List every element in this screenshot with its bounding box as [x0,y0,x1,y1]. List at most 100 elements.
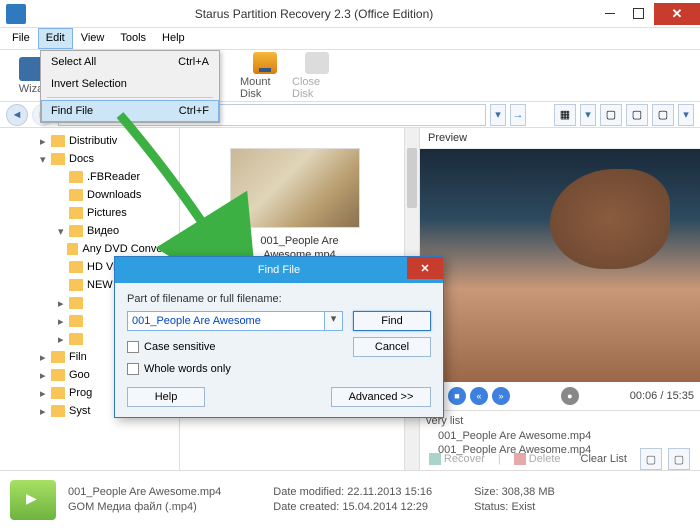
menu-help[interactable]: Help [154,28,193,49]
checkbox-icon [127,341,139,353]
tree-label: Pictures [87,207,127,219]
view-thumbnails-button[interactable]: ▦ [554,104,576,126]
delete-button[interactable]: Delete [507,450,568,468]
expand-icon[interactable]: ▸ [40,405,51,418]
folder-icon [51,135,65,147]
recovery-item[interactable]: 001_People Are Awesome.mp4 [426,429,694,443]
app-icon [6,4,26,24]
recover-button[interactable]: Recover [422,450,492,468]
menu-file[interactable]: File [4,28,38,49]
thumbnail-image [230,148,360,228]
view-dropdown[interactable]: ▾ [580,104,596,126]
view-toggle-3[interactable]: ▢ [652,104,674,126]
maximize-button[interactable] [624,3,652,25]
menu-separator [47,97,213,98]
folder-icon [51,153,65,165]
window-title: Starus Partition Recovery 2.3 (Office Ed… [32,7,596,21]
tree-label: Any DVD Converter [82,243,179,255]
next-button[interactable]: » [492,387,510,405]
folder-icon [69,189,83,201]
menu-select-all[interactable]: Select All Ctrl+A [41,51,219,73]
folder-icon [69,261,83,273]
folder-icon [69,225,83,237]
preview-image [420,149,700,382]
info-size: 308,38 MB [502,486,555,498]
folder-icon [51,405,65,417]
info-status: Exist [511,501,535,513]
folder-icon [69,207,83,219]
view-toggle-2[interactable]: ▢ [626,104,648,126]
expand-icon[interactable]: ▸ [40,351,51,364]
dialog-close-button[interactable]: ✕ [407,257,443,279]
menu-tools[interactable]: Tools [112,28,154,49]
tree-label: Docs [69,153,94,165]
info-filetype: GOM Медиа файл (.mp4) [68,501,221,513]
menu-edit[interactable]: Edit [38,28,73,49]
action-bar: Recover | Delete Clear List ▢ ▢ [422,448,690,470]
menu-invert-selection[interactable]: Invert Selection [41,73,219,95]
tree-node[interactable]: ▸Distributiv [0,132,179,150]
info-created: 15.04.2014 12:29 [342,501,428,513]
media-controls: ▶ ■ « » ● 00:06 / 15:35 [420,382,700,410]
volume-button[interactable]: ● [561,387,579,405]
tree-label: Видео [87,225,119,237]
go-button[interactable]: → [510,104,526,126]
expand-icon[interactable]: ▸ [58,297,69,310]
case-sensitive-checkbox[interactable]: Case sensitive [127,337,343,357]
help-button[interactable]: Help [127,387,205,407]
find-button[interactable]: Find [353,311,431,331]
action-extra-1[interactable]: ▢ [640,448,662,470]
file-thumbnail[interactable]: 001_People AreAwesome.mp4 [230,148,370,263]
tree-node[interactable]: Downloads [0,186,179,204]
window-close-button[interactable]: ✕ [654,3,700,25]
nav-back-button[interactable]: ◄ [6,104,28,126]
mount-disk-button[interactable]: Mount Disk [240,52,290,100]
filename-input[interactable] [127,311,325,331]
minimize-button[interactable] [596,3,624,25]
tree-label: .FBReader [87,171,140,183]
folder-icon [51,387,65,399]
filename-label: Part of filename or full filename: [127,293,343,305]
view-toggle-1[interactable]: ▢ [600,104,622,126]
filename-dropdown[interactable]: ▾ [325,311,343,331]
preview-title: Preview [420,128,700,149]
tree-node[interactable]: ▾ Docs [0,150,179,168]
expand-icon[interactable]: ▸ [40,369,51,382]
expand-icon[interactable]: ▸ [58,315,69,328]
close-disk-icon [305,52,329,74]
info-modified: 22.11.2013 15:16 [347,486,432,498]
whole-words-checkbox[interactable]: Whole words only [127,363,343,375]
clear-list-button[interactable]: Clear List [574,450,634,468]
action-extra-2[interactable]: ▢ [668,448,690,470]
folder-icon [69,333,83,345]
tree-label: Downloads [87,189,141,201]
folder-icon [51,369,65,381]
stop-button[interactable]: ■ [448,387,466,405]
tree-node[interactable]: Pictures [0,204,179,222]
options-dropdown[interactable]: ▾ [678,104,694,126]
info-filename: 001_People Are Awesome.mp4 [68,486,221,498]
find-file-dialog: Find File ✕ Part of filename or full fil… [114,256,444,418]
dialog-title: Find File ✕ [115,257,443,283]
expand-icon[interactable]: ▾ [40,153,51,166]
expand-icon[interactable]: ▸ [40,135,51,148]
expand-icon[interactable]: ▸ [40,387,51,400]
prev-button[interactable]: « [470,387,488,405]
menu-view[interactable]: View [73,28,113,49]
tree-label: Filn [69,351,87,363]
advanced-button[interactable]: Advanced >> [331,387,431,407]
menu-bar: File Edit View Tools Help [0,28,700,50]
expand-icon[interactable]: ▾ [58,225,69,238]
tree-node[interactable]: .FBReader [0,168,179,186]
folder-icon [51,351,65,363]
recovery-list-title: very list [426,413,694,429]
address-dropdown[interactable]: ▾ [490,104,506,126]
checkbox-icon [127,363,139,375]
close-disk-button[interactable]: Close Disk [292,52,342,100]
expand-icon[interactable]: ▸ [58,333,69,346]
preview-pane: Preview ▶ ■ « » ● 00:06 / 15:35 very lis… [420,128,700,470]
cancel-button[interactable]: Cancel [353,337,431,357]
menu-find-file[interactable]: Find File Ctrl+F [41,100,219,122]
tree-node[interactable]: ▾ Видео [0,222,179,240]
folder-icon [69,171,83,183]
